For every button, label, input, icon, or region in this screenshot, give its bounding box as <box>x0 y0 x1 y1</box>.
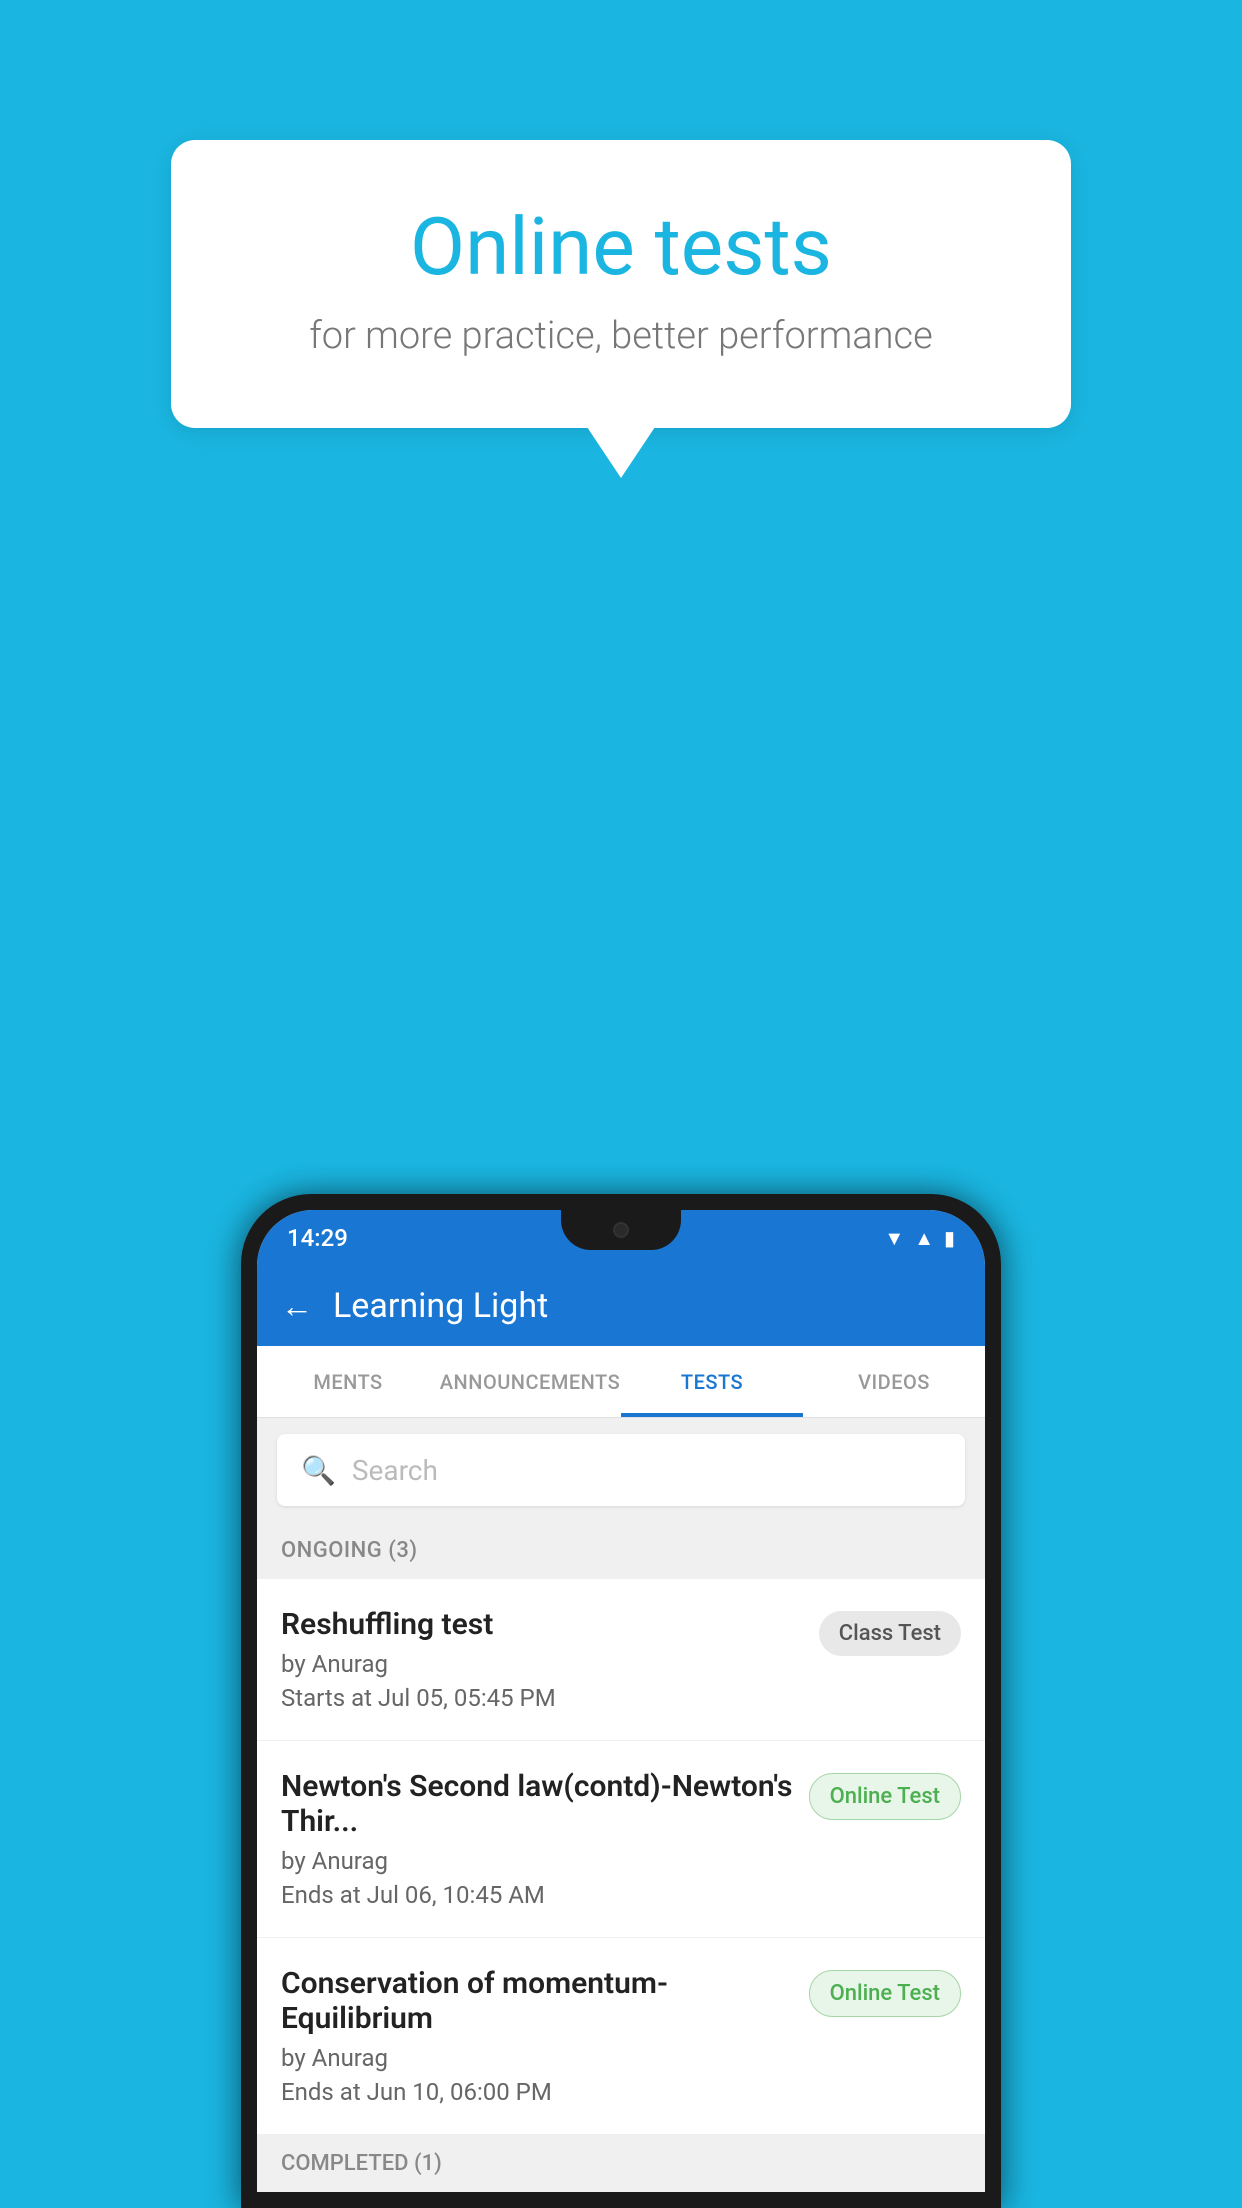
test-list: Reshuffling test by Anurag Starts at Jul… <box>257 1579 985 2135</box>
status-icons: ▼ ▲ ▮ <box>884 1226 955 1251</box>
bubble-subtitle: for more practice, better performance <box>251 314 991 358</box>
test-name-2: Newton's Second law(contd)-Newton's Thir… <box>281 1769 793 1839</box>
test-author-1: by Anurag <box>281 1650 803 1678</box>
test-time-1: Starts at Jul 05, 05:45 PM <box>281 1684 803 1712</box>
tab-announcements[interactable]: ANNOUNCEMENTS <box>439 1346 621 1417</box>
battery-icon: ▮ <box>944 1226 955 1250</box>
status-time: 14:29 <box>287 1224 348 1252</box>
search-bar[interactable]: 🔍 Search <box>277 1434 965 1506</box>
signal-icon: ▲ <box>914 1226 934 1251</box>
test-author-3: by Anurag <box>281 2044 793 2072</box>
tab-tests[interactable]: TESTS <box>621 1346 803 1417</box>
tab-ments[interactable]: MENTS <box>257 1346 439 1417</box>
test-badge-2: Online Test <box>809 1773 961 1820</box>
completed-section-header: COMPLETED (1) <box>257 2135 985 2192</box>
test-name-1: Reshuffling test <box>281 1607 803 1642</box>
wifi-icon: ▼ <box>884 1226 904 1251</box>
ongoing-section-header: ONGOING (3) <box>257 1522 985 1579</box>
speech-bubble-container: Online tests for more practice, better p… <box>171 140 1071 428</box>
test-info-3: Conservation of momentum-Equilibrium by … <box>281 1966 793 2106</box>
phone-frame: 14:29 ▼ ▲ ▮ ← Learning Light MENTS ANNOU… <box>241 1194 1001 2208</box>
search-container: 🔍 Search <box>257 1418 985 1522</box>
back-button[interactable]: ← <box>281 1287 313 1325</box>
tab-bar: MENTS ANNOUNCEMENTS TESTS VIDEOS <box>257 1346 985 1418</box>
test-time-3: Ends at Jun 10, 06:00 PM <box>281 2078 793 2106</box>
phone-screen: 14:29 ▼ ▲ ▮ ← Learning Light MENTS ANNOU… <box>257 1210 985 2192</box>
search-placeholder: Search <box>352 1454 438 1487</box>
test-author-2: by Anurag <box>281 1847 793 1875</box>
test-badge-1: Class Test <box>819 1611 961 1656</box>
search-icon: 🔍 <box>301 1454 336 1487</box>
test-info-2: Newton's Second law(contd)-Newton's Thir… <box>281 1769 793 1909</box>
test-item-1[interactable]: Reshuffling test by Anurag Starts at Jul… <box>257 1579 985 1741</box>
test-info-1: Reshuffling test by Anurag Starts at Jul… <box>281 1607 803 1712</box>
phone-mockup: 14:29 ▼ ▲ ▮ ← Learning Light MENTS ANNOU… <box>241 1194 1001 2208</box>
app-title: Learning Light <box>333 1286 548 1326</box>
notch <box>561 1210 681 1250</box>
test-item-2[interactable]: Newton's Second law(contd)-Newton's Thir… <box>257 1741 985 1938</box>
test-name-3: Conservation of momentum-Equilibrium <box>281 1966 793 2036</box>
test-badge-3: Online Test <box>809 1970 961 2017</box>
speech-bubble: Online tests for more practice, better p… <box>171 140 1071 428</box>
test-time-2: Ends at Jul 06, 10:45 AM <box>281 1881 793 1909</box>
camera <box>613 1222 629 1238</box>
status-bar: 14:29 ▼ ▲ ▮ <box>257 1210 985 1266</box>
bubble-title: Online tests <box>251 200 991 294</box>
app-header: ← Learning Light <box>257 1266 985 1346</box>
test-item-3[interactable]: Conservation of momentum-Equilibrium by … <box>257 1938 985 2135</box>
tab-videos[interactable]: VIDEOS <box>803 1346 985 1417</box>
